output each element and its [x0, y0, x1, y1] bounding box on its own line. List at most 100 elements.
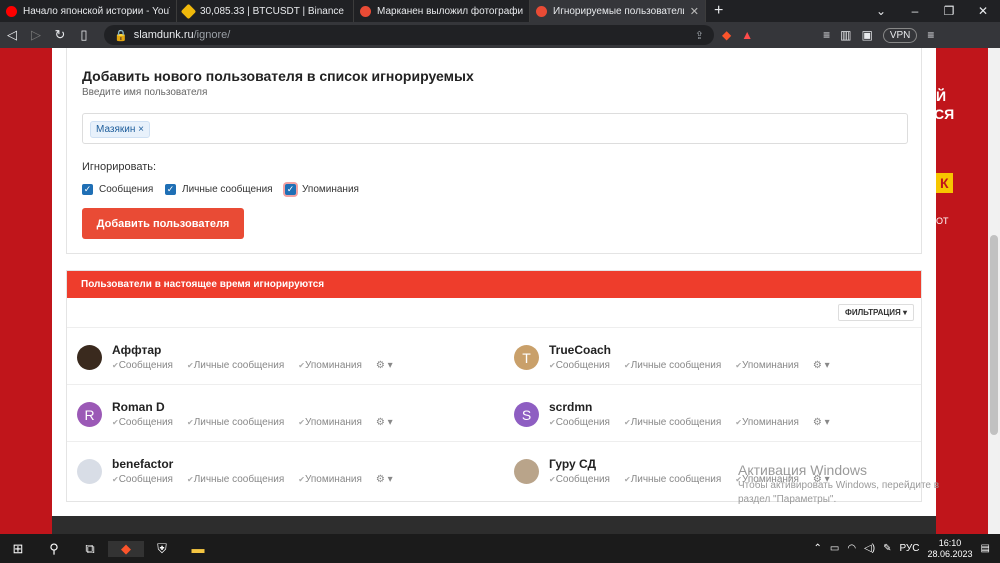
- windows-start-icon[interactable]: ⊞: [0, 541, 36, 557]
- menu-icon[interactable]: ≡: [927, 28, 934, 42]
- table-row: Аффтар Сообщения Личные сообщения Упомин…: [67, 328, 921, 385]
- lock-icon: 🔒: [114, 29, 128, 42]
- windows-activation-watermark: Активация Windows Чтобы активировать Win…: [738, 463, 939, 507]
- checkbox-label: Личные сообщения: [182, 184, 273, 195]
- checkbox-mentions[interactable]: ✓ Упоминания: [285, 184, 359, 195]
- volume-icon[interactable]: ◁): [864, 543, 875, 554]
- checkbox-private-messages[interactable]: ✓ Личные сообщения: [165, 184, 273, 195]
- user-cell: benefactor Сообщения Личные сообщения Уп…: [67, 442, 487, 499]
- scrollbar-thumb[interactable]: [990, 235, 998, 435]
- brave-browser-icon[interactable]: ◆: [108, 540, 144, 557]
- user-name[interactable]: Аффтар: [112, 343, 161, 357]
- gear-icon[interactable]: ⚙ ▾: [376, 360, 393, 371]
- avatar[interactable]: [514, 459, 539, 484]
- gear-icon[interactable]: ⚙ ▾: [376, 474, 393, 485]
- search-icon[interactable]: ⚲: [36, 541, 72, 557]
- youtube-icon: [6, 5, 17, 17]
- avatar[interactable]: S: [514, 402, 539, 427]
- vpn-button[interactable]: VPN: [882, 27, 918, 43]
- share-icon[interactable]: ⇪: [695, 29, 704, 42]
- tab-search-icon[interactable]: ⌄: [864, 4, 898, 18]
- task-view-icon[interactable]: ⧉: [72, 541, 108, 557]
- sidebar-icon[interactable]: ▥: [840, 28, 851, 42]
- option-mentions[interactable]: Упоминания: [298, 360, 362, 371]
- minimize-button[interactable]: –: [898, 4, 932, 18]
- user-name[interactable]: Roman D: [112, 400, 165, 414]
- option-private[interactable]: Личные сообщения: [187, 360, 285, 371]
- battery-icon[interactable]: ▭: [830, 543, 839, 554]
- add-user-button[interactable]: Добавить пользователя: [82, 208, 244, 239]
- checkbox-icon[interactable]: ✓: [285, 184, 296, 195]
- back-button[interactable]: ◁: [0, 27, 24, 43]
- watermark-line: Чтобы активировать Windows, перейдите в: [738, 480, 940, 491]
- user-name[interactable]: TrueCoach: [549, 343, 611, 357]
- bookmark-icon[interactable]: ▯: [72, 27, 96, 43]
- gear-icon[interactable]: ⚙ ▾: [813, 417, 830, 428]
- ignore-label: Игнорировать:: [82, 161, 157, 173]
- chevron-up-icon[interactable]: ⌃: [813, 543, 821, 554]
- option-private[interactable]: Личные сообщения: [187, 474, 285, 485]
- tab-youtube[interactable]: Начало японской истории - YouTube: [0, 0, 177, 22]
- option-private[interactable]: Личные сообщения: [624, 417, 722, 428]
- clock[interactable]: 16:10 28.06.2023: [928, 538, 973, 560]
- input-language[interactable]: РУС: [899, 543, 919, 554]
- tab-slamdunk-article[interactable]: Марканен выложил фотографии со: [354, 0, 530, 22]
- username-input[interactable]: Мазякин ×: [82, 113, 908, 144]
- avatar[interactable]: [77, 345, 102, 370]
- playlist-icon[interactable]: ≡: [823, 28, 830, 42]
- gear-icon[interactable]: ⚙ ▾: [813, 360, 830, 371]
- url-field[interactable]: 🔒 slamdunk.ru/ignore/ ⇪: [104, 25, 714, 45]
- username-token[interactable]: Мазякин ×: [90, 121, 150, 138]
- option-messages[interactable]: Сообщения: [549, 417, 610, 428]
- option-mentions[interactable]: Упоминания: [735, 417, 799, 428]
- address-bar-row: ◁ ▷ ↻ ▯ 🔒 slamdunk.ru/ignore/ ⇪ ◆ ▲ ≡ ▥ …: [0, 22, 1000, 48]
- filter-button[interactable]: ФИЛЬТРАЦИЯ ▾: [837, 304, 914, 321]
- avatar[interactable]: [77, 459, 102, 484]
- option-private[interactable]: Личные сообщения: [624, 360, 722, 371]
- option-messages[interactable]: Сообщения: [112, 360, 173, 371]
- clock-time: 16:10: [938, 537, 962, 548]
- option-messages[interactable]: Сообщения: [112, 474, 173, 485]
- checkbox-icon[interactable]: ✓: [82, 184, 93, 195]
- tab-binance[interactable]: 30,085.33 | BTCUSDT | Binance Spot: [177, 0, 354, 22]
- option-mentions[interactable]: Упоминания: [735, 360, 799, 371]
- windows-taskbar: ⊞ ⚲ ⧉ ◆ ⛨ ▬ ⌃ ▭ ◠ ◁) ✎ РУС 16:10 28.06.2…: [0, 534, 1000, 563]
- wifi-icon[interactable]: ◠: [847, 543, 856, 554]
- wallet-icon[interactable]: ▣: [861, 28, 872, 42]
- user-name[interactable]: scrdmn: [549, 400, 592, 414]
- checkbox-icon[interactable]: ✓: [165, 184, 176, 195]
- option-messages[interactable]: Сообщения: [549, 474, 610, 485]
- brave-rewards-icon[interactable]: ▲: [741, 28, 753, 42]
- brave-shields-icon[interactable]: ◆: [722, 28, 731, 42]
- slamdunk-icon: [536, 5, 547, 17]
- url-path: /ignore/: [193, 29, 231, 41]
- option-messages[interactable]: Сообщения: [549, 360, 610, 371]
- close-window-button[interactable]: ✕: [966, 4, 1000, 18]
- user-name[interactable]: Гуру СД: [549, 457, 596, 471]
- notifications-icon[interactable]: ▤: [981, 543, 990, 554]
- gear-icon[interactable]: ⚙ ▾: [376, 417, 393, 428]
- reload-button[interactable]: ↻: [48, 27, 72, 43]
- page-scrollbar[interactable]: [988, 48, 1000, 534]
- new-tab-button[interactable]: +: [706, 2, 731, 20]
- avatar[interactable]: T: [514, 345, 539, 370]
- tab-ignore-users[interactable]: Игнорируемые пользователи - S ✕: [530, 0, 706, 22]
- user-name[interactable]: benefactor: [112, 457, 173, 471]
- option-private[interactable]: Личные сообщения: [187, 417, 285, 428]
- security-shield-icon[interactable]: ⛨: [144, 541, 180, 557]
- background-banner-text: К: [936, 173, 953, 193]
- option-mentions[interactable]: Упоминания: [298, 417, 362, 428]
- option-private[interactable]: Личные сообщения: [624, 474, 722, 485]
- watermark-line: раздел "Параметры".: [738, 494, 837, 505]
- checkbox-messages[interactable]: ✓ Сообщения: [82, 184, 153, 195]
- user-cell: S scrdmn Сообщения Личные сообщения Упом…: [504, 385, 924, 442]
- close-tab-icon[interactable]: ✕: [690, 5, 699, 18]
- file-explorer-icon[interactable]: ▬: [180, 541, 216, 556]
- forward-button[interactable]: ▷: [24, 27, 48, 43]
- option-messages[interactable]: Сообщения: [112, 417, 173, 428]
- option-mentions[interactable]: Упоминания: [298, 474, 362, 485]
- maximize-button[interactable]: ❐: [932, 4, 966, 18]
- pen-icon[interactable]: ✎: [883, 543, 891, 554]
- avatar[interactable]: R: [77, 402, 102, 427]
- panel-subtitle: Введите имя пользователя: [82, 87, 208, 98]
